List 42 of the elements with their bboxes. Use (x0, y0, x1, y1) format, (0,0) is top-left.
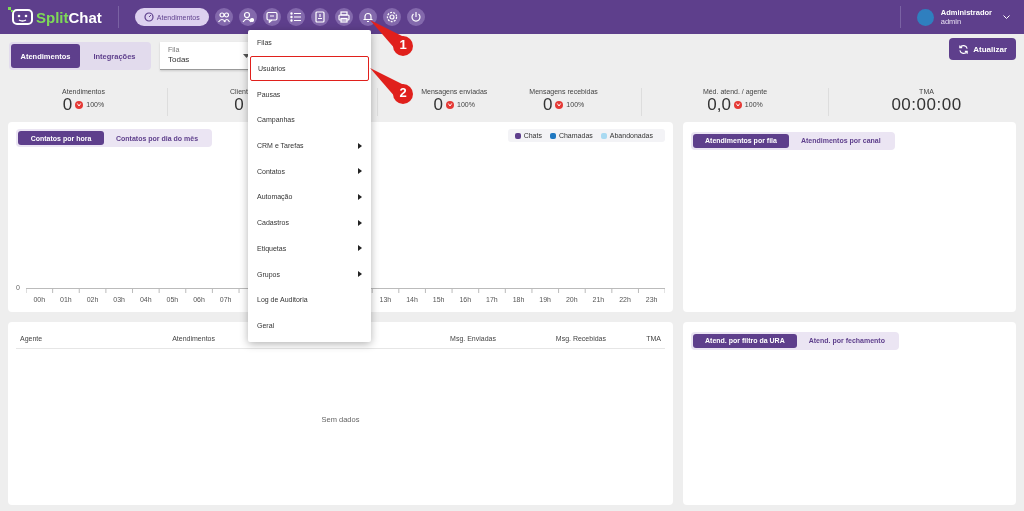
bell-icon (361, 11, 374, 23)
power-button[interactable] (406, 8, 425, 26)
decrease-icon (75, 100, 84, 109)
users-button[interactable] (214, 8, 233, 26)
stat-value: 00:00:00 (891, 95, 962, 114)
settings-icon (385, 11, 398, 23)
logo-text: SplitChat (36, 8, 102, 26)
list-button[interactable] (286, 8, 305, 26)
chevron-down-icon[interactable] (1003, 14, 1010, 20)
printer-icon (337, 11, 350, 23)
submenu-arrow-icon (358, 271, 362, 278)
chat-face-icon (8, 6, 34, 28)
printer-button[interactable] (334, 8, 353, 26)
chat-button[interactable] (262, 8, 281, 26)
submenu-arrow-icon (358, 168, 362, 175)
submenu-arrow-icon (358, 142, 362, 149)
users-icon (217, 11, 230, 23)
stat-value: 0 (62, 95, 73, 114)
submenu-arrow-icon (358, 219, 362, 226)
decrease-icon (733, 100, 742, 109)
chat-icon (265, 11, 278, 23)
user-add-icon (241, 11, 254, 23)
stat-value: 0 (542, 95, 553, 114)
decrease-icon (446, 100, 455, 109)
decrease-icon (555, 100, 564, 109)
stat-value: 0 (234, 95, 244, 114)
power-icon (409, 11, 422, 23)
settings-button[interactable] (382, 8, 401, 26)
document-icon (313, 11, 326, 23)
bell-button[interactable] (358, 8, 377, 26)
stat-value: 0 (433, 95, 444, 114)
caret-icon (243, 54, 250, 58)
avatar (916, 8, 934, 26)
document-button[interactable] (310, 8, 329, 26)
user-add-button[interactable] (238, 8, 257, 26)
gauge-icon (143, 12, 154, 22)
refresh-button[interactable]: Atualizar (949, 38, 1016, 60)
submenu-arrow-icon (358, 245, 362, 252)
refresh-icon (958, 43, 970, 55)
submenu-arrow-icon (358, 193, 362, 200)
list-icon (289, 11, 302, 23)
stat-value: 0,0 (707, 95, 731, 114)
